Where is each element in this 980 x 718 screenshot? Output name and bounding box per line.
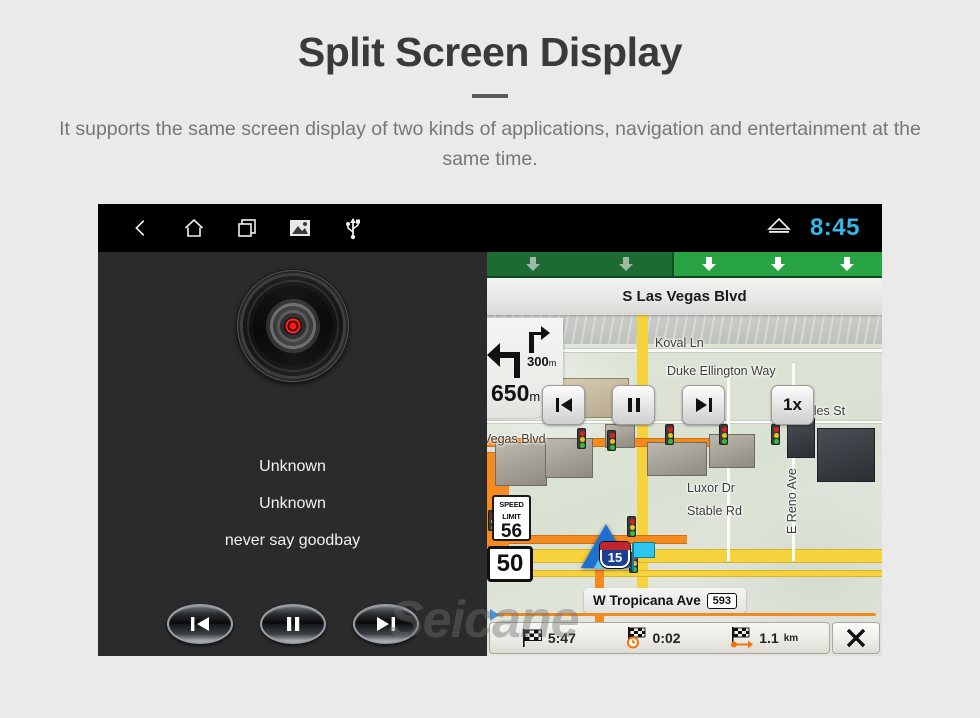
turn-primary-distance: 650m bbox=[491, 380, 541, 406]
back-icon[interactable] bbox=[128, 215, 154, 241]
trip-stat-distance: 1.1 km bbox=[730, 627, 798, 649]
track-title: never say goodbay bbox=[224, 532, 361, 549]
track-artist: Unknown bbox=[259, 458, 326, 475]
lane-arrow-down-icon bbox=[701, 257, 716, 271]
navigation-bottom-bar: 5:47 0:02 1.1 km bbox=[487, 620, 882, 656]
traffic-light-icon bbox=[771, 424, 780, 445]
clock-flag-icon bbox=[626, 627, 645, 649]
map-road-highway bbox=[487, 549, 882, 563]
speed-limit-line1: SPEED bbox=[499, 500, 524, 509]
map-building bbox=[817, 428, 875, 482]
map-pause-button[interactable] bbox=[612, 385, 655, 425]
turn-right-arrow-icon bbox=[529, 326, 550, 353]
page-header: Split Screen Display It supports the sam… bbox=[0, 0, 980, 175]
map-previous-button[interactable] bbox=[542, 385, 585, 425]
current-speed-indicator: 50 bbox=[487, 546, 533, 582]
map-label: Duke Ellington Way bbox=[667, 364, 776, 378]
page-title: Split Screen Display bbox=[297, 29, 683, 75]
speed-limit-sign: SPEED LIMIT 56 bbox=[492, 495, 531, 542]
turn-secondary-distance: 300m bbox=[527, 354, 557, 369]
map-label: iles St bbox=[811, 404, 846, 418]
lane-arrow-down-icon bbox=[770, 257, 785, 271]
close-icon bbox=[846, 628, 866, 648]
traffic-light-icon bbox=[577, 428, 586, 449]
map-label: Koval Ln bbox=[655, 336, 704, 350]
upcoming-street-pill: W Tropicana Ave 593 bbox=[584, 588, 746, 613]
close-navigation-button[interactable] bbox=[832, 622, 880, 654]
trip-distance-unit: km bbox=[783, 632, 799, 644]
eject-icon[interactable] bbox=[766, 216, 792, 241]
status-bar-nav-icons bbox=[98, 215, 366, 241]
trip-time-value: 0:02 bbox=[652, 630, 681, 646]
map-next-button[interactable] bbox=[682, 385, 725, 425]
upcoming-street-name: W Tropicana Ave bbox=[593, 593, 701, 608]
map-label: Luxor Dr bbox=[687, 481, 735, 495]
track-info: Unknown Unknown never say goodbay bbox=[98, 448, 487, 559]
player-controls bbox=[98, 604, 487, 644]
player-next-button[interactable] bbox=[352, 604, 419, 644]
lane-arrow-down-icon bbox=[526, 257, 541, 271]
trip-stats-pill[interactable]: 5:47 0:02 1.1 km bbox=[489, 622, 830, 654]
player-previous-button[interactable] bbox=[166, 604, 233, 644]
interstate-shield: 15 bbox=[600, 542, 630, 568]
car-head-unit-screen: 8:45 Unknown Unknown never say goodbay V… bbox=[98, 204, 882, 656]
lane-group-dim bbox=[487, 252, 672, 276]
player-pause-button[interactable] bbox=[259, 604, 326, 644]
music-player-pane: Unknown Unknown never say goodbay bbox=[98, 252, 487, 656]
status-bar-clock: 8:45 bbox=[809, 214, 860, 241]
flag-arrow-icon bbox=[731, 627, 754, 649]
current-road-banner: S Las Vegas Blvd bbox=[487, 278, 882, 315]
track-album: Unknown bbox=[259, 495, 326, 512]
route-progress-bar[interactable] bbox=[490, 609, 876, 621]
destination-flag-icon bbox=[632, 542, 655, 571]
traffic-light-icon bbox=[665, 424, 674, 445]
navigation-map-pane[interactable]: Vegas Blvd Koval Ln Duke Ellington Way i… bbox=[487, 252, 882, 656]
lane-arrow-down-icon bbox=[618, 257, 633, 271]
album-art-vinyl bbox=[236, 270, 349, 382]
map-road bbox=[487, 570, 882, 577]
map-speed-button[interactable]: 1x bbox=[771, 385, 814, 425]
speed-limit-value: 56 bbox=[500, 521, 523, 542]
trip-stat-eta: 5:47 bbox=[521, 628, 576, 648]
trip-eta-value: 5:47 bbox=[547, 630, 576, 646]
title-divider bbox=[472, 94, 508, 99]
android-status-bar: 8:45 bbox=[98, 204, 882, 252]
recents-icon[interactable] bbox=[234, 215, 260, 241]
lane-guidance-bar bbox=[487, 252, 882, 278]
map-building bbox=[647, 442, 707, 476]
usb-icon[interactable] bbox=[340, 215, 366, 241]
trip-stat-time: 0:02 bbox=[626, 627, 681, 649]
route-shield: 593 bbox=[706, 592, 737, 609]
turn-left-arrow-icon bbox=[487, 343, 520, 378]
gallery-icon[interactable] bbox=[287, 215, 313, 241]
map-label: E Reno Ave bbox=[785, 468, 799, 534]
checkered-flag-icon bbox=[522, 629, 542, 647]
page-subtitle: It supports the same screen display of t… bbox=[59, 118, 921, 171]
lane-group-lit bbox=[672, 252, 882, 276]
map-media-overlay: 1x bbox=[542, 385, 814, 425]
traffic-light-icon bbox=[719, 424, 728, 445]
map-building bbox=[495, 442, 547, 486]
map-label: Vegas Blvd bbox=[487, 432, 546, 446]
speed-limit-line2: LIMIT bbox=[502, 512, 521, 521]
lane-arrow-down-icon bbox=[840, 257, 855, 271]
trip-distance-value: 1.1 bbox=[759, 630, 779, 646]
map-label: Stable Rd bbox=[687, 504, 742, 518]
map-building bbox=[709, 434, 755, 468]
traffic-light-icon bbox=[607, 430, 616, 451]
home-icon[interactable] bbox=[181, 215, 207, 241]
status-bar-right: 8:45 bbox=[766, 204, 860, 252]
